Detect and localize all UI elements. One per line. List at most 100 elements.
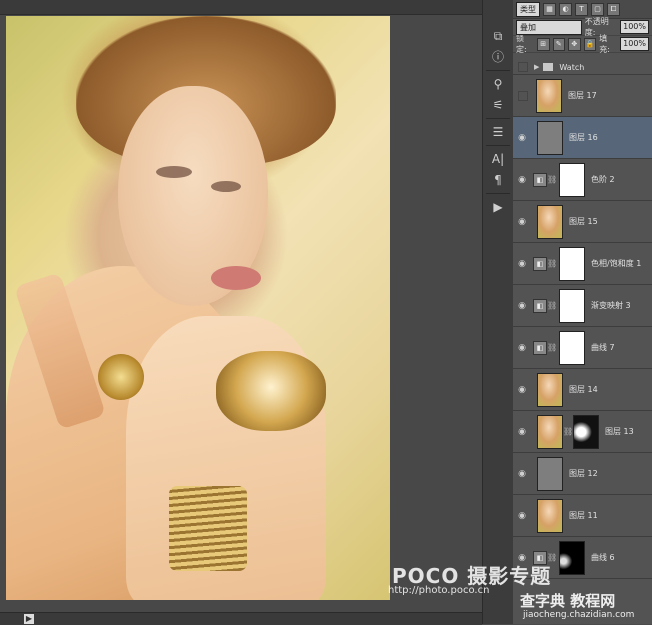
visibility-eye-icon[interactable]: ◉ <box>515 383 529 397</box>
layer-group[interactable]: ▶ Watch <box>513 60 652 75</box>
actions-icon[interactable]: ▶ <box>488 198 508 216</box>
layer-row[interactable]: ◉ 图层 16 <box>513 117 652 159</box>
layer-name: 图层 17 <box>568 91 597 100</box>
filter-kind-select[interactable]: 类型 <box>516 1 540 17</box>
watermark-site-url: jiaocheng.chazidian.com <box>523 610 635 620</box>
layer-comps-icon[interactable]: ☰ <box>488 123 508 141</box>
paragraph-icon[interactable]: ¶ <box>488 171 508 189</box>
curves-icon: ◧ <box>533 340 547 355</box>
layer-name: 图层 16 <box>569 133 598 142</box>
tools-strip: ⧉ ⓘ ⚲ ⚟ ☰ A| ¶ ▶ <box>482 0 514 624</box>
visibility-eye-icon[interactable]: ◉ <box>515 173 529 187</box>
layer-row[interactable]: ◉ 图层 15 <box>513 201 652 243</box>
link-chain-icon[interactable]: ⛓ <box>563 427 573 436</box>
link-chain-icon[interactable]: ⛓ <box>547 259 557 268</box>
layer-row[interactable]: ◉ ◧ ⛓ 色相/饱和度 1 <box>513 243 652 285</box>
visibility-eye-icon[interactable]: ◉ <box>515 131 529 145</box>
visibility-eye-icon[interactable]: ◉ <box>515 341 529 355</box>
visibility-eye-icon[interactable]: ◉ <box>515 257 529 271</box>
top-ruler <box>0 0 482 15</box>
layer-row[interactable]: ◉ ⛓ 图层 13 <box>513 411 652 453</box>
layer-name: 图层 15 <box>569 217 598 226</box>
layer-thumbnail[interactable] <box>537 372 563 407</box>
layer-name: 图层 13 <box>605 427 634 436</box>
visibility-eye-icon[interactable]: ◉ <box>515 467 529 481</box>
layer-thumbnail[interactable] <box>536 78 562 113</box>
fill-label: 填充: <box>599 34 610 54</box>
blend-row: 叠加 不透明度: 100% <box>513 17 652 37</box>
layer-name: 图层 14 <box>569 385 598 394</box>
layer-name: Watch <box>559 62 585 72</box>
layer-row[interactable]: ◉ ◧ ⛓ 渐变映射 3 <box>513 285 652 327</box>
lock-transparent-icon[interactable]: ⊞ <box>536 37 550 51</box>
layer-row[interactable]: ◉ 图层 11 <box>513 495 652 537</box>
hue-saturation-icon: ◧ <box>533 256 547 271</box>
character-icon[interactable]: A| <box>488 150 508 168</box>
layer-row[interactable]: ◉ ◧ ⛓ 曲线 7 <box>513 327 652 369</box>
layer-row[interactable]: ◉ 图层 12 <box>513 453 652 495</box>
layer-mask-thumbnail[interactable] <box>559 246 585 281</box>
lock-move-icon[interactable]: ✥ <box>568 37 581 51</box>
photo-bangles <box>169 486 247 571</box>
layer-row[interactable]: ◉ ◧ ⛓ 色阶 2 <box>513 159 652 201</box>
layer-thumbnail[interactable] <box>537 456 563 491</box>
brush-icon[interactable]: ⚲ <box>488 75 508 93</box>
lock-all-icon[interactable]: 🔒 <box>583 37 597 51</box>
gradient-map-icon: ◧ <box>533 298 547 313</box>
visibility-eye-icon[interactable]: ◉ <box>515 215 529 229</box>
visibility-eye-icon[interactable]: ◉ <box>515 299 529 313</box>
opacity-field[interactable]: 100% <box>620 20 649 34</box>
layer-name: 图层 12 <box>569 469 598 478</box>
photo-ring-rose <box>216 351 326 431</box>
fill-field[interactable]: 100% <box>620 37 650 51</box>
layer-row[interactable]: 图层 17 <box>513 75 652 117</box>
filter-shape-icon[interactable]: ▢ <box>591 2 604 16</box>
play-icon[interactable]: ▶ <box>24 614 34 624</box>
folder-icon <box>543 63 554 71</box>
layer-thumbnail[interactable] <box>537 204 563 239</box>
watermark-url: http://photo.poco.cn <box>388 585 490 596</box>
blend-mode-select[interactable]: 叠加 <box>516 19 582 35</box>
layer-row[interactable]: ◉ 图层 14 <box>513 369 652 411</box>
layer-thumbnail[interactable] <box>537 498 563 533</box>
visibility-eye-icon[interactable]: ◉ <box>515 425 529 439</box>
layer-list: ▶ Watch 图层 17 ◉ 图层 16 ◉ ◧ ⛓ 色阶 2 ◉ 图层 15 ◉ ◧ ⛓ 色相/饱和度 … <box>513 60 652 579</box>
layers-panel: 类型 ▦ ◐ T ▢ ⧠ 叠加 不透明度: 100% 锁定: ⊞ ✎ ✥ 🔒 填… <box>513 0 652 624</box>
canvas-workspace: ▶ <box>0 0 482 625</box>
lock-row: 锁定: ⊞ ✎ ✥ 🔒 填充: 100% <box>513 34 652 54</box>
layer-thumbnail[interactable] <box>537 414 563 449</box>
layer-mask-thumbnail[interactable] <box>559 162 585 197</box>
filter-type-icon[interactable]: T <box>575 2 588 16</box>
lock-label: 锁定: <box>516 34 527 54</box>
status-bar: ▶ <box>0 612 482 625</box>
visibility-eye-icon[interactable] <box>518 62 528 72</box>
layer-name: 曲线 6 <box>591 553 615 562</box>
layer-mask-thumbnail[interactable] <box>573 414 599 449</box>
link-chain-icon[interactable]: ⛓ <box>547 301 557 310</box>
filter-smart-icon[interactable]: ⧠ <box>607 2 620 16</box>
layer-name: 曲线 7 <box>591 343 615 352</box>
layer-name: 色阶 2 <box>591 175 615 184</box>
layer-name: 渐变映射 3 <box>591 301 631 310</box>
history-icon[interactable]: ⧉ <box>488 27 508 45</box>
layer-name: 色相/饱和度 1 <box>591 259 642 268</box>
filter-adjustment-icon[interactable]: ◐ <box>559 2 572 16</box>
photo-ring-small <box>98 354 144 400</box>
watermark-site: 查字典 教程网 <box>520 592 616 610</box>
link-chain-icon[interactable]: ⛓ <box>547 175 557 184</box>
visibility-eye-icon[interactable] <box>518 90 528 101</box>
brush-presets-icon[interactable]: ⚟ <box>488 96 508 114</box>
layer-name: 图层 11 <box>569 511 598 520</box>
layer-mask-thumbnail[interactable] <box>559 288 585 323</box>
link-chain-icon[interactable]: ⛓ <box>547 343 557 352</box>
layer-mask-thumbnail[interactable] <box>559 540 585 575</box>
photo-lips <box>211 266 261 290</box>
filter-pixel-icon[interactable]: ▦ <box>543 2 556 16</box>
lock-brush-icon[interactable]: ✎ <box>552 37 566 51</box>
expand-arrow-icon[interactable]: ▶ <box>534 63 539 71</box>
layer-thumbnail[interactable] <box>537 120 563 155</box>
visibility-eye-icon[interactable]: ◉ <box>515 509 529 523</box>
document-canvas[interactable] <box>6 16 390 600</box>
info-icon[interactable]: ⓘ <box>488 48 508 66</box>
layer-mask-thumbnail[interactable] <box>559 330 585 365</box>
